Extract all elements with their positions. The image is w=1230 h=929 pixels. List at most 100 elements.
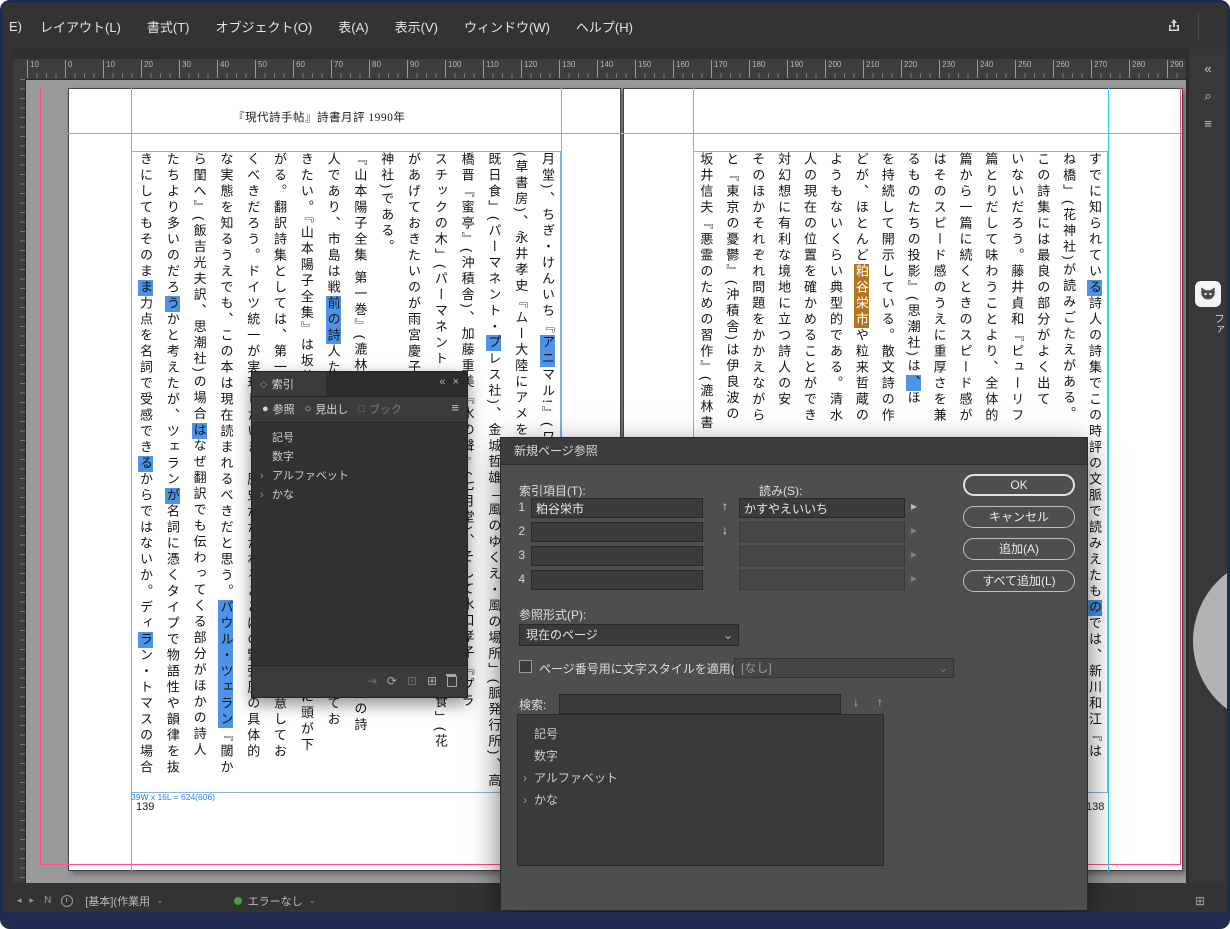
tab-index[interactable]: ◇ 索引 bbox=[252, 372, 326, 396]
checkbox-icon: □ bbox=[358, 403, 365, 415]
index-tree: 記号 数字 › アルファベット › かな bbox=[252, 422, 467, 666]
chevron-down-icon: ⌄ bbox=[156, 895, 164, 906]
tree-item-numbers[interactable]: 数字 bbox=[518, 745, 883, 767]
ruler-guide-horizontal[interactable] bbox=[68, 133, 1182, 134]
close-panel-icon[interactable]: × bbox=[453, 376, 461, 388]
radio-reference[interactable]: ● 参照 bbox=[262, 401, 295, 417]
pages-panel-icon[interactable]: ≡ bbox=[1189, 116, 1227, 131]
search-icon[interactable]: ⌕ bbox=[1189, 88, 1227, 104]
update-preview-icon[interactable]: ⟳ bbox=[387, 674, 397, 688]
add-all-button[interactable]: すべて追加(L) bbox=[963, 570, 1075, 592]
tree-item-symbols[interactable]: 記号 bbox=[518, 723, 883, 745]
chevron-down-icon: ⌄ bbox=[723, 625, 733, 645]
menu-view[interactable]: 表示(V) bbox=[395, 17, 438, 36]
tree-item-label: 記号 bbox=[534, 727, 558, 741]
reference-type-dropdown[interactable]: 現在のページ ⌄ bbox=[519, 624, 739, 646]
move-down-icon[interactable]: ↓ bbox=[717, 523, 733, 537]
topic-input-2[interactable] bbox=[531, 522, 703, 542]
tree-item-numbers[interactable]: 数字 bbox=[252, 448, 467, 467]
reading-options-icon[interactable]: ▸ bbox=[911, 571, 917, 585]
topic-input-3[interactable] bbox=[531, 546, 703, 566]
topic-input-4[interactable] bbox=[531, 570, 703, 590]
search-down-icon[interactable]: ↓ bbox=[853, 695, 859, 709]
preflight-status-text: エラーなし bbox=[248, 893, 303, 909]
reading-input-1[interactable] bbox=[739, 498, 905, 518]
tree-item-alphabet[interactable]: › アルファベット bbox=[252, 467, 467, 486]
expand-arrow-icon[interactable]: › bbox=[260, 467, 264, 486]
preflight-status[interactable]: エラーなし ⌄ bbox=[234, 893, 317, 909]
panel-tab-icon: ◇ bbox=[260, 379, 267, 390]
dialog-title[interactable]: 新規ページ参照 bbox=[501, 438, 1087, 465]
reading-options-icon[interactable]: ▸ bbox=[911, 499, 917, 513]
bleed-guide-right[interactable] bbox=[1180, 88, 1181, 864]
move-up-icon[interactable]: ↑ bbox=[717, 499, 733, 513]
dock-decoration bbox=[1193, 556, 1227, 726]
bleed-guide-left[interactable] bbox=[40, 88, 41, 864]
vertical-ruler[interactable] bbox=[13, 79, 26, 883]
row-number: 3 bbox=[509, 548, 525, 562]
page-number-left: 139 bbox=[136, 801, 154, 813]
reading-input-4[interactable] bbox=[739, 570, 905, 590]
tree-item-label: アルファベット bbox=[534, 771, 618, 785]
panel-menu-icon[interactable]: ≡ bbox=[451, 400, 459, 415]
zoom-tools-icon[interactable]: ⊞ bbox=[1195, 894, 1205, 908]
menu-window[interactable]: ウィンドウ(W) bbox=[464, 17, 550, 36]
delete-entry-icon[interactable] bbox=[447, 676, 457, 687]
tree-item-alphabet[interactable]: › アルファベット bbox=[518, 767, 883, 789]
expand-arrow-icon[interactable]: › bbox=[523, 767, 527, 789]
menu-table[interactable]: 表(A) bbox=[338, 17, 368, 36]
reading-input-2[interactable] bbox=[739, 522, 905, 542]
tree-item-kana[interactable]: › かな bbox=[252, 486, 467, 505]
cancel-button[interactable]: キャンセル bbox=[963, 506, 1075, 528]
expand-arrow-icon[interactable]: › bbox=[260, 486, 264, 505]
menu-object[interactable]: オブジェクト(O) bbox=[216, 17, 313, 36]
preflight-profile-select[interactable]: [基本](作業用 ⌄ bbox=[85, 893, 163, 909]
margin-guide-right-page-right[interactable] bbox=[1108, 88, 1109, 871]
radio-topic[interactable]: ○ 見出し bbox=[305, 401, 349, 417]
file-panel-label[interactable]: ファ bbox=[1189, 313, 1227, 334]
index-panel: ◇ 索引 « × ● 参照 ○ 見出し □ ブック ≡ bbox=[251, 371, 468, 698]
page-number-right: 138 bbox=[1086, 801, 1104, 813]
topic-label: 索引項目(T): bbox=[519, 482, 586, 499]
horizontal-ruler[interactable]: 1001020304050607080901001101201301401501… bbox=[25, 59, 1186, 80]
tree-item-kana[interactable]: › かな bbox=[518, 789, 883, 811]
prev-page-icon[interactable]: ◂ bbox=[17, 895, 22, 906]
collapse-panel-icon[interactable]: « bbox=[439, 376, 447, 388]
add-button[interactable]: 追加(A) bbox=[963, 538, 1075, 560]
checkbox-book[interactable]: □ ブック bbox=[358, 401, 402, 417]
char-style-checkbox[interactable] bbox=[519, 660, 532, 673]
tree-item-label: 数字 bbox=[272, 451, 294, 463]
tab-index-label: 索引 bbox=[272, 376, 294, 392]
ok-button[interactable]: OK bbox=[963, 474, 1075, 496]
new-entry-icon[interactable]: ⊞ bbox=[427, 674, 437, 688]
menu-help[interactable]: ヘルプ(H) bbox=[576, 17, 633, 36]
create-page-reference-icon[interactable]: ⇥ bbox=[367, 674, 377, 688]
tree-item-symbols[interactable]: 記号 bbox=[252, 429, 467, 448]
menu-layout[interactable]: レイアウト(L) bbox=[40, 17, 121, 36]
next-page-icon[interactable]: ▸ bbox=[30, 895, 35, 906]
share-icon[interactable] bbox=[1163, 16, 1185, 36]
menu-edit-partial[interactable]: E) bbox=[9, 19, 22, 34]
panel-dock: « ⌕ ≡ ファ bbox=[1189, 49, 1227, 883]
go-to-marker-icon[interactable]: ⊡ bbox=[407, 674, 417, 688]
radio-selected-icon: ● bbox=[262, 403, 269, 415]
reading-input-3[interactable] bbox=[739, 546, 905, 566]
search-label: 検索: bbox=[519, 696, 546, 713]
char-style-dropdown: [なし] ⌄ bbox=[734, 658, 954, 678]
reading-options-icon[interactable]: ▸ bbox=[911, 547, 917, 561]
reading-options-icon[interactable]: ▸ bbox=[911, 523, 917, 537]
char-style-label[interactable]: ページ番号用に文字スタイルを適用(M) bbox=[539, 660, 749, 677]
chevron-down-icon: ⌄ bbox=[309, 895, 317, 906]
search-up-icon[interactable]: ↑ bbox=[877, 695, 883, 709]
collapse-panels-icon[interactable]: « bbox=[1189, 61, 1227, 76]
dialog-index-tree: 記号 数字 › アルファベット › かな bbox=[517, 714, 884, 866]
menu-type[interactable]: 書式(T) bbox=[147, 17, 190, 36]
preflight-profile-value: [基本](作業用 bbox=[85, 893, 150, 909]
radio-topic-label: 見出し bbox=[315, 401, 348, 417]
topic-input-1[interactable] bbox=[531, 498, 703, 518]
learn-panel-icon[interactable] bbox=[1195, 281, 1221, 307]
expand-arrow-icon[interactable]: › bbox=[523, 789, 527, 811]
radio-unselected-icon: ○ bbox=[305, 403, 312, 415]
search-input[interactable] bbox=[559, 694, 841, 714]
running-head: 『現代詩手帖』詩書月評 1990年 bbox=[233, 109, 433, 125]
